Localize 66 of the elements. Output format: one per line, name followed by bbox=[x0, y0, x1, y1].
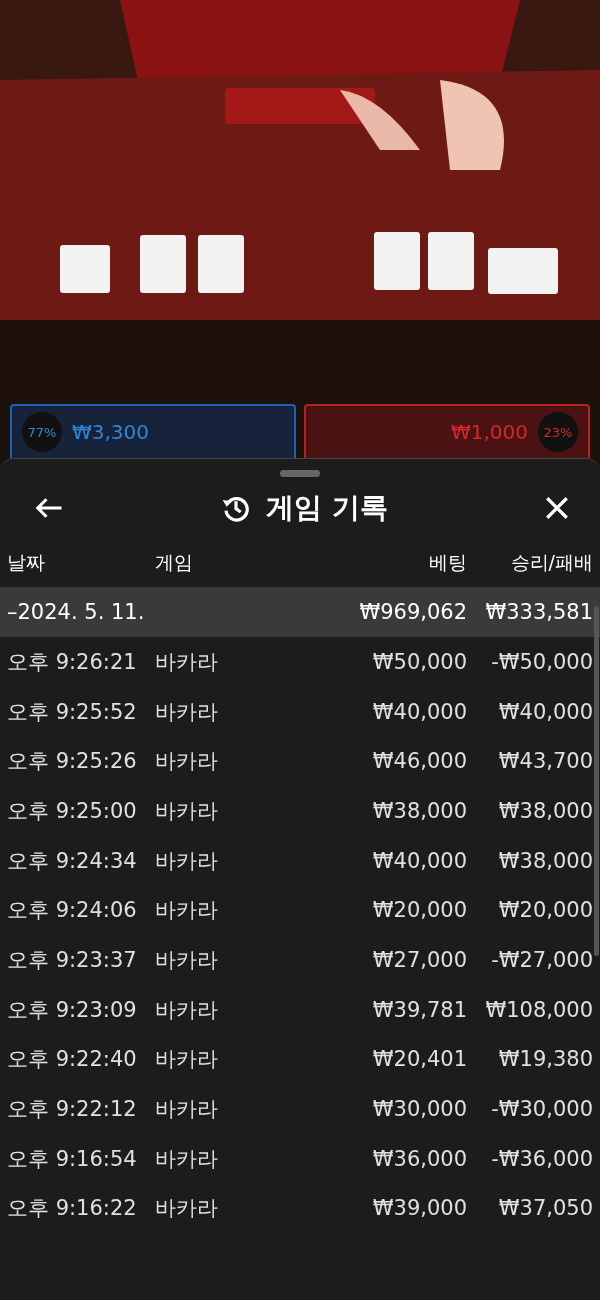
date-group-row[interactable]: –2024. 5. 11. ₩969,062 ₩333,581 bbox=[0, 587, 600, 637]
time-cell-text: 오후 9:26:21 bbox=[7, 648, 138, 676]
game-cell-text: 바카라 bbox=[155, 897, 219, 925]
time-cell-text: 오후 9:24:06 bbox=[7, 897, 138, 925]
result-cell-text: -₩30,000 bbox=[490, 1097, 593, 1122]
bet-cell-text: ₩40,000 bbox=[371, 848, 467, 873]
time-cell-text: 오후 9:22:12 bbox=[7, 1096, 138, 1124]
bet-cell-text: ₩40,000 bbox=[371, 699, 467, 724]
game-cell-text: 바카라 bbox=[155, 748, 219, 776]
result-cell-text: -₩36,000 bbox=[490, 1146, 593, 1171]
bet-cell-text: ₩30,000 bbox=[371, 1097, 467, 1122]
player-amount: ₩3,300 bbox=[72, 420, 150, 444]
player-bet-panel[interactable]: 77% ₩3,300 bbox=[10, 404, 296, 458]
banker-bet-panel[interactable]: ₩1,000 23% bbox=[304, 404, 590, 458]
percent-circle bbox=[536, 410, 580, 454]
drag-handle[interactable] bbox=[280, 470, 320, 477]
result-cell-text: ₩108,000 bbox=[484, 997, 593, 1022]
bet-cell-text: ₩50,000 bbox=[371, 649, 467, 674]
bet-cell-text: ₩38,000 bbox=[371, 798, 467, 823]
time-cell-text: 오후 9:24:34 bbox=[7, 847, 138, 875]
column-header: 승리/패배 bbox=[509, 550, 593, 575]
bet-cell-text: ₩27,000 bbox=[371, 947, 467, 972]
game-cell-text: 바카라 bbox=[155, 946, 219, 974]
game-cell-text: 바카라 bbox=[155, 1145, 219, 1173]
game-cell-text: 바카라 bbox=[155, 996, 219, 1024]
column-header: 날짜 bbox=[7, 550, 46, 575]
result-cell-text: ₩38,000 bbox=[497, 798, 593, 823]
banker-percent: 23% bbox=[543, 424, 573, 440]
time-cell-text: 오후 9:16:54 bbox=[7, 1145, 138, 1173]
bet-cell-text: ₩36,000 bbox=[371, 1146, 467, 1171]
game-cell-text: 바카라 bbox=[155, 847, 219, 875]
close-icon[interactable] bbox=[544, 495, 570, 521]
bet-cell-text: ₩20,000 bbox=[371, 898, 467, 923]
time-cell-text: 오후 9:25:26 bbox=[7, 748, 138, 776]
result-cell-text: ₩19,380 bbox=[497, 1047, 593, 1072]
bet-cell-text: ₩39,781 bbox=[371, 997, 467, 1022]
result-cell-text: ₩43,700 bbox=[497, 749, 593, 774]
game-cell-text: 바카라 bbox=[155, 698, 219, 726]
result-cell-text: ₩40,000 bbox=[497, 699, 593, 724]
time-cell-text: 오후 9:23:37 bbox=[7, 946, 138, 974]
game-cell-text: 바카라 bbox=[155, 1096, 219, 1124]
time-cell-text: 오후 9:16:22 bbox=[7, 1195, 138, 1223]
bet-cell-text: ₩20,401 bbox=[371, 1047, 467, 1072]
time-cell-text: 오후 9:25:52 bbox=[7, 698, 138, 726]
percent-circle bbox=[20, 410, 64, 454]
sheet-title: 게임 기록 bbox=[266, 490, 388, 526]
bet-cell-text: ₩39,000 bbox=[371, 1196, 467, 1221]
game-cell-text: 바카라 bbox=[155, 1195, 219, 1223]
bet-cell-text: ₩46,000 bbox=[371, 749, 467, 774]
result-cell-text: -₩50,000 bbox=[490, 649, 593, 674]
time-cell-text: 오후 9:22:40 bbox=[7, 1046, 138, 1074]
banker-amount: ₩1,000 bbox=[450, 420, 528, 444]
scrollbar[interactable] bbox=[594, 606, 599, 956]
game-cell-text: 바카라 bbox=[155, 797, 219, 825]
game-cell-text: 바카라 bbox=[155, 648, 219, 676]
result-cell-text: ₩38,000 bbox=[497, 848, 593, 873]
game-cell-text: 바카라 bbox=[155, 1046, 219, 1074]
player-percent: 77% bbox=[27, 424, 57, 440]
result-cell-text: -₩27,000 bbox=[490, 947, 593, 972]
result-cell-text: ₩37,050 bbox=[497, 1196, 593, 1221]
back-arrow-icon[interactable] bbox=[34, 495, 64, 521]
column-header: 베팅 bbox=[428, 550, 467, 575]
column-header: 게임 bbox=[155, 550, 194, 575]
result-cell-text: ₩20,000 bbox=[497, 898, 593, 923]
time-cell-text: 오후 9:23:09 bbox=[7, 996, 138, 1024]
time-cell-text: 오후 9:25:00 bbox=[7, 797, 138, 825]
